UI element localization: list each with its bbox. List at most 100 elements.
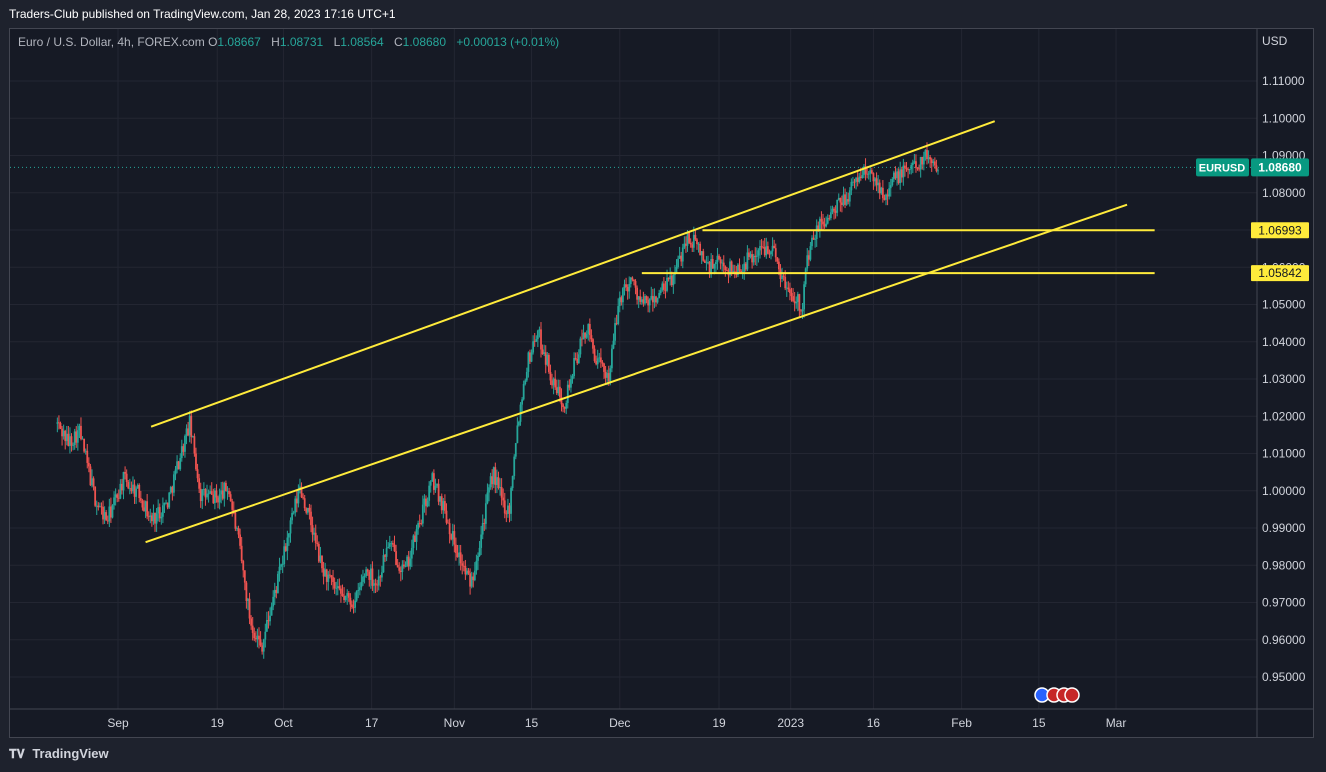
candle-body [488,487,490,493]
candle-body [748,252,750,257]
candle-body [324,569,327,577]
candle-body [639,296,642,302]
candle-body [694,234,697,240]
candle-body [749,254,752,257]
candle-body [697,243,700,245]
candle-body [784,276,787,289]
candle-body [507,505,509,514]
candle-body [122,472,125,491]
candle-body [444,501,446,511]
candle-body [718,255,720,260]
price-chart[interactable]: 1.110001.100001.090001.080001.070001.060… [0,0,1326,772]
candle-body [699,243,702,256]
candle-body [377,576,380,586]
candle-body [752,255,755,263]
candle-body [173,474,175,493]
candle-body [333,582,336,589]
candle-body [937,170,939,172]
candle-body [236,528,238,529]
candles [56,142,939,659]
candle-body [464,565,467,575]
candle-body [804,268,807,285]
candle-body [544,352,547,365]
candle-body [253,632,256,639]
candle-body [592,339,594,349]
candle-body [598,357,601,359]
candle-body [401,564,404,573]
candle-body [848,190,851,202]
candle-body [601,362,604,364]
candle-body [806,255,809,269]
candle-body [499,486,501,488]
close-label: C [393,35,403,49]
candle-body [880,187,883,194]
candle-body [292,512,295,514]
candle-body [409,558,412,567]
candle-body [475,560,478,571]
candle-body [365,569,368,576]
level-2-price-label: 1.05842 [1258,266,1302,280]
candle-body [604,371,607,378]
candle-body [670,275,673,286]
candle-body [267,619,270,622]
candle-body [76,430,79,443]
candle-body [930,159,933,164]
candle-body [190,415,193,438]
candle-body [429,481,432,486]
candle-body [770,251,772,255]
candle-body [354,600,357,608]
candle-body [473,570,476,581]
candle-body [584,332,587,338]
candle-body [815,225,818,240]
candle-body [484,503,487,524]
x-tick-label: 19 [712,716,726,730]
candle-body [239,534,241,546]
candle-body [677,258,679,267]
candle-body [685,243,687,246]
candle-body [911,162,914,166]
candle-body [664,289,667,291]
candle-body [678,255,681,259]
candle-body [642,299,645,304]
candle-body [834,210,837,213]
candle-body [254,638,257,640]
candle-body [150,515,153,522]
candle-body [908,169,911,171]
candle-body [533,341,536,343]
candle-body [437,483,440,502]
candle-body [171,487,174,493]
candle-body [565,402,568,409]
candle-body [458,552,460,558]
candle-body [907,169,909,171]
candle-body [448,523,451,535]
candle-body [273,589,276,597]
candle-body [762,246,765,248]
candle-body [870,170,873,174]
brand-name: TradingView [32,746,109,761]
candle-body [87,462,90,467]
candle-body [705,262,708,264]
candle-body [606,373,609,378]
candle-body [388,543,391,547]
candle-body [213,490,216,504]
candle-body [814,239,817,240]
candle-body [486,492,489,504]
candle-body [451,531,454,540]
candle-body [407,556,410,567]
candle-body [658,292,661,298]
candle-body [470,576,473,587]
candle-body [314,532,317,543]
candle-body [125,473,128,483]
candle-body [858,176,861,182]
candle-body [179,458,182,470]
candle-body [892,172,895,180]
candle-body [700,251,703,256]
candle-body [577,354,580,364]
candle-body [874,178,876,182]
candle-body [67,433,70,446]
candle-body [322,568,325,577]
candle-body [423,498,426,505]
candle-body [343,595,345,600]
candle-body [340,588,342,594]
tradingview-footer[interactable]: 𝐓𝐕 TradingView [9,744,109,764]
